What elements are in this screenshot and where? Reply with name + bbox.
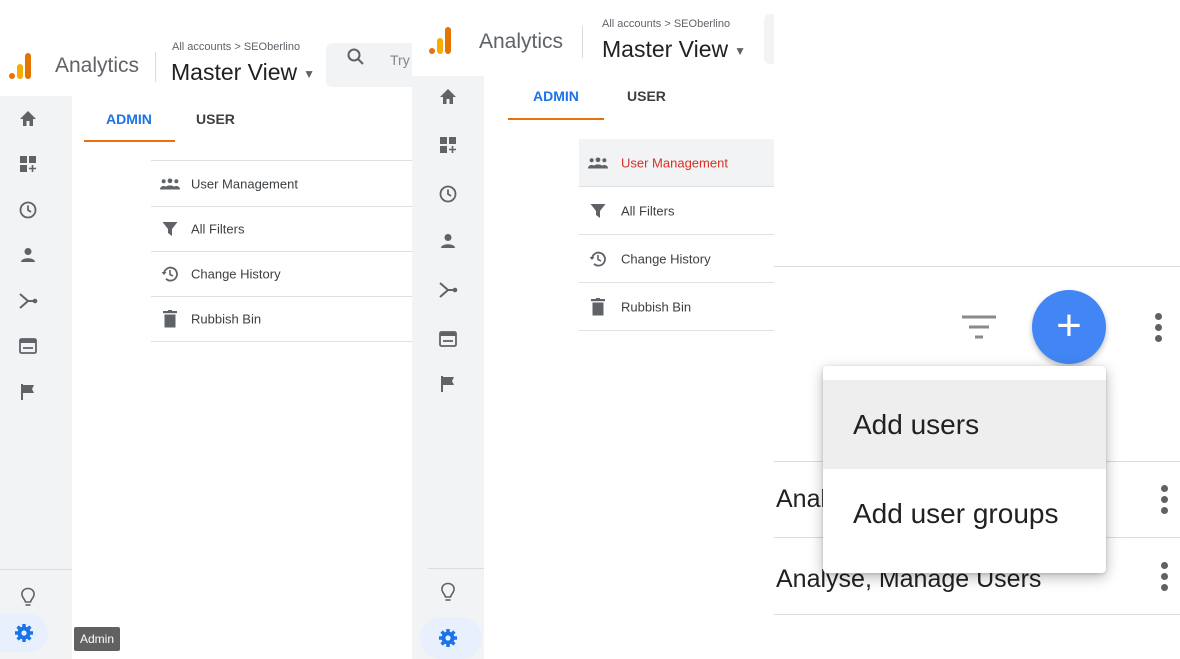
menu-item-all-filters[interactable]: All Filters [151,206,412,252]
add-user-groups-option[interactable]: Add user groups [823,469,1106,558]
rail-divider [428,568,484,569]
menu-item-user-management[interactable]: User Management [151,161,412,207]
view-name: Master View [602,36,729,62]
search-box[interactable]: Try [326,43,412,87]
left-nav-rail [412,76,484,659]
menu-item-label: User Management [621,155,728,170]
audience-person-icon[interactable] [436,229,460,253]
tab-user[interactable]: USER [627,88,666,104]
tab-admin[interactable]: ADMIN [533,88,579,104]
lightbulb-icon[interactable] [16,586,40,610]
behavior-icon[interactable] [16,334,40,358]
active-tab-indicator [84,140,175,142]
gear-icon [12,621,36,645]
top-header: Analytics All accounts > SEOberlino Mast… [412,0,774,76]
menu-item-label: User Management [191,176,298,191]
customization-icon[interactable] [16,152,40,176]
row-text: Anal [776,485,827,513]
conversions-flag-icon[interactable] [436,372,460,396]
menu-item-change-history[interactable]: Change History [579,235,774,283]
admin-gear-button[interactable] [0,614,48,652]
screenshot-c: + Anal Analyse, Manage Users Add users A… [774,0,1180,659]
menu-item-all-filters[interactable]: All Filters [579,187,774,235]
analytics-logo-icon [9,53,31,79]
menu-item-user-management[interactable]: User Management [579,139,774,187]
header-divider [582,26,583,58]
app-name: Analytics [479,30,564,53]
tab-user[interactable]: USER [196,111,235,127]
gear-icon [436,626,460,650]
menu-item-rubbish-bin[interactable]: Rubbish Bin [151,296,412,342]
screenshot-a: Analytics All accounts > SEOberlino Mast… [0,0,412,659]
menu-item-label: All Filters [621,203,675,218]
breadcrumb[interactable]: All accounts > SEOberlino [602,18,730,30]
add-users-option[interactable]: Add users [823,380,1106,469]
acquisition-icon[interactable] [16,289,40,313]
left-nav-rail [0,96,72,659]
menu-item-change-history[interactable]: Change History [151,251,412,297]
toolbar-top-divider [774,266,1180,267]
people-icon [160,174,180,194]
menu-item-label: All Filters [191,221,245,236]
caret-down-icon: ▼ [303,66,316,81]
behavior-icon[interactable] [436,327,460,351]
header-divider [155,52,156,82]
admin-menu: User Management All Filters Change Histo… [579,139,774,331]
tab-admin[interactable]: ADMIN [106,111,152,127]
caret-down-icon: ▼ [734,43,747,58]
audience-person-icon[interactable] [16,243,40,267]
search-box[interactable] [764,14,774,64]
menu-item-rubbish-bin[interactable]: Rubbish Bin [579,283,774,331]
people-icon [588,153,608,173]
active-tab-indicator [508,118,604,120]
row-more-vert-icon[interactable] [1160,562,1168,591]
menu-item-label: Change History [191,266,281,281]
menu-item-label: Rubbish Bin [621,299,692,314]
history-icon [588,249,608,269]
add-fab-button[interactable]: + [1032,290,1106,364]
realtime-clock-icon[interactable] [436,182,460,206]
menu-item-label: Rubbish Bin [191,311,262,326]
app-name: Analytics [55,54,140,77]
menu-item-label: Change History [621,251,711,266]
realtime-clock-icon[interactable] [16,198,40,222]
row-divider [774,614,1180,615]
screenshot-b: Analytics All accounts > SEOberlino Mast… [412,0,774,659]
filter-icon [588,201,608,221]
search-icon [346,47,366,73]
row-more-vert-icon[interactable] [1160,485,1168,514]
trash-icon [160,309,180,329]
acquisition-icon[interactable] [436,278,460,302]
customization-icon[interactable] [436,133,460,157]
lightbulb-icon[interactable] [436,581,460,605]
sort-filter-icon[interactable] [962,314,996,340]
add-dropdown-menu: Add users Add user groups [823,366,1106,573]
view-name: Master View [171,59,298,85]
view-selector[interactable]: Master View ▼ [602,36,746,63]
home-icon[interactable] [16,107,40,131]
home-icon[interactable] [436,85,460,109]
more-vert-icon[interactable] [1154,313,1162,342]
admin-menu: User Management All Filters Change Histo… [151,160,412,342]
trash-icon [588,297,608,317]
breadcrumb[interactable]: All accounts > SEOberlino [172,41,300,53]
admin-tooltip: Admin [74,627,121,651]
top-header: Analytics All accounts > SEOberlino Mast… [0,0,412,96]
search-placeholder: Try [390,52,410,68]
view-selector[interactable]: Master View ▼ [171,59,315,86]
filter-icon [160,219,180,239]
analytics-logo-icon [429,27,451,54]
admin-gear-button[interactable] [420,617,482,659]
history-icon [160,264,180,284]
conversions-flag-icon[interactable] [16,380,40,404]
rail-divider [0,569,72,570]
